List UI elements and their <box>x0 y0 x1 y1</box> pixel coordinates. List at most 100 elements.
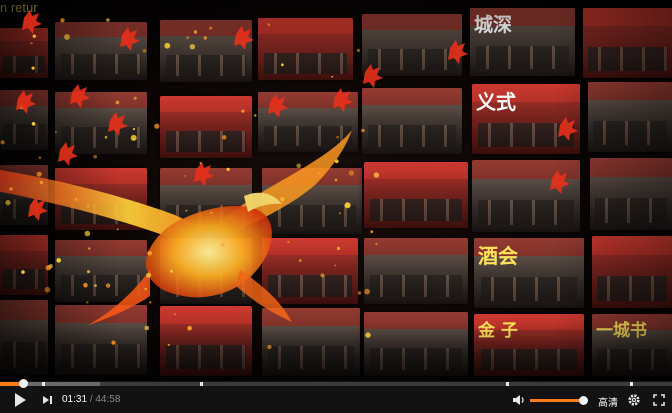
spark <box>336 246 341 251</box>
spark <box>36 171 42 177</box>
spark <box>144 287 147 291</box>
spark <box>31 122 36 126</box>
duration: 44:58 <box>95 394 121 405</box>
leaf <box>550 170 570 194</box>
spark <box>48 264 54 269</box>
spark <box>316 171 321 175</box>
leaf <box>194 162 214 186</box>
leaf <box>448 40 468 64</box>
leaf <box>558 117 578 141</box>
spark <box>164 42 171 49</box>
spark <box>338 212 341 215</box>
spark <box>32 34 36 38</box>
spark <box>86 204 90 208</box>
spark <box>87 270 90 274</box>
spark <box>30 42 33 45</box>
time-separator: / <box>89 394 93 405</box>
spark <box>336 135 339 139</box>
spark <box>38 156 42 159</box>
spark <box>281 63 284 67</box>
spark <box>186 36 190 40</box>
spark <box>93 154 98 159</box>
spark <box>170 269 173 273</box>
fullscreen-icon[interactable] <box>653 394 665 406</box>
spark <box>0 140 5 145</box>
spark <box>86 301 89 304</box>
spark <box>287 240 290 244</box>
spark <box>83 282 88 288</box>
spark <box>60 18 65 23</box>
spark <box>147 250 153 256</box>
spark <box>187 325 192 331</box>
spark <box>144 325 150 331</box>
spark <box>184 175 186 177</box>
spark <box>74 197 78 201</box>
video-frame[interactable]: 城深义式酒会金 子一城书n retur <box>0 0 672 381</box>
spark <box>94 284 97 287</box>
spark <box>115 100 120 105</box>
leaf <box>108 112 128 136</box>
spark <box>320 273 325 278</box>
spark <box>130 134 137 141</box>
quality-button[interactable]: 高清 <box>598 394 618 409</box>
spark <box>9 187 13 191</box>
spark <box>111 340 116 345</box>
time-display: 01:31 / 44:58 <box>62 394 120 405</box>
gear-icon[interactable] <box>627 393 641 407</box>
spark <box>54 130 57 133</box>
chapter-marker[interactable] <box>506 382 510 386</box>
chapter-marker[interactable] <box>42 382 45 386</box>
progress-knob[interactable] <box>18 379 28 388</box>
spark <box>88 247 91 250</box>
spark <box>222 135 227 140</box>
spark <box>373 172 380 178</box>
spark <box>241 109 245 113</box>
spark <box>39 180 44 185</box>
spark <box>203 36 208 40</box>
spark <box>334 159 339 164</box>
video-player[interactable]: 城深义式酒会金 子一城书n retur <box>0 0 672 413</box>
play-icon[interactable] <box>12 392 28 408</box>
next-icon[interactable] <box>40 393 54 407</box>
spark <box>189 44 196 50</box>
spark <box>106 18 110 22</box>
spark <box>104 136 108 139</box>
leaf <box>333 88 353 112</box>
spark <box>356 48 360 53</box>
spark <box>149 301 152 304</box>
spark <box>154 123 160 129</box>
spark <box>167 343 170 347</box>
spark <box>105 283 111 288</box>
spark <box>364 288 370 295</box>
spark <box>132 127 136 131</box>
spark <box>344 202 351 209</box>
chapter-marker[interactable] <box>200 382 204 386</box>
chapter-marker[interactable] <box>630 382 634 386</box>
spark <box>146 272 152 278</box>
phoenix-icon <box>0 130 352 325</box>
spark <box>280 197 285 202</box>
spark <box>185 209 188 212</box>
spark <box>334 178 338 182</box>
spark <box>296 163 302 169</box>
spark <box>220 242 225 247</box>
spark <box>31 66 35 70</box>
volume-slider[interactable] <box>530 396 589 405</box>
spark <box>375 242 378 246</box>
spark <box>193 30 198 34</box>
spark <box>174 313 176 316</box>
leaf <box>22 10 42 34</box>
spark <box>5 200 11 206</box>
spark <box>267 344 272 350</box>
spark <box>142 48 147 53</box>
spark <box>267 23 271 26</box>
leaf <box>16 90 36 114</box>
spark <box>116 228 119 231</box>
spark <box>210 211 213 214</box>
volume-level <box>530 399 584 402</box>
progress-bar[interactable] <box>0 379 672 388</box>
spark <box>254 114 257 117</box>
spark <box>365 332 371 338</box>
leaf <box>58 142 78 166</box>
volume-icon[interactable] <box>512 393 526 407</box>
